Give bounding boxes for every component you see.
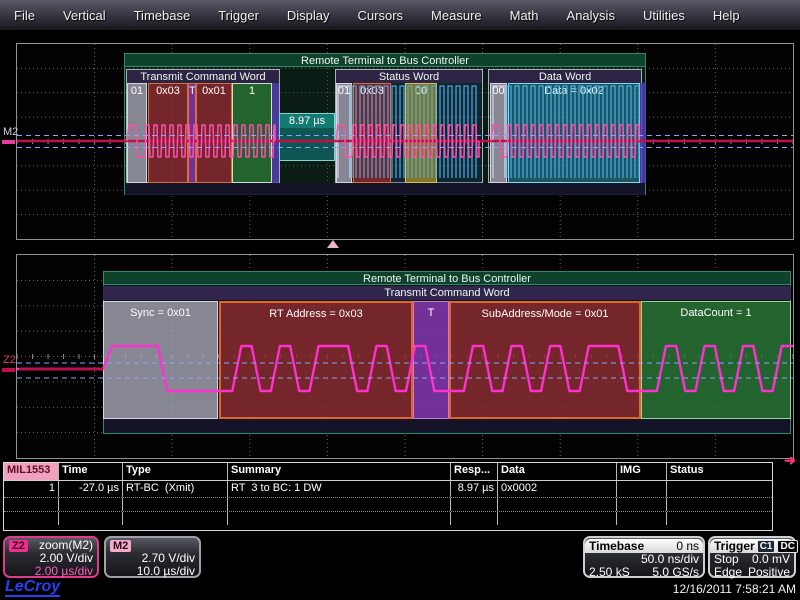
menu-item-file[interactable]: File	[0, 8, 49, 23]
trigger-coupling-badge: DC	[777, 540, 797, 553]
menu-item-utilities[interactable]: Utilities	[629, 8, 699, 23]
decode-table-row[interactable]: 1 -27.0 µs RT-BC (Xmit) RT 3 to BC: 1 DW…	[4, 481, 772, 498]
menu-item-help[interactable]: Help	[699, 8, 754, 23]
cell-time: -27.0 µs	[59, 481, 123, 497]
m2-tdiv: 10.0 µs/div	[137, 565, 195, 578]
trigger-title: Trigger	[714, 540, 755, 553]
timebase-rate: 5.0 GS/s	[652, 566, 699, 579]
cell-type: RT-BC (Xmit)	[123, 481, 228, 497]
menu-item-cursors[interactable]: Cursors	[344, 8, 418, 23]
trigger-source-badge: C1	[757, 540, 776, 553]
trigger-slope: Positive	[748, 566, 790, 579]
col-summary: Summary	[228, 463, 451, 480]
decode-table-empty-row	[4, 498, 772, 512]
cell-data: 0x0002	[498, 481, 617, 497]
cell-summary: RT 3 to BC: 1 DW	[228, 481, 451, 497]
menu-item-display[interactable]: Display	[273, 8, 344, 23]
cell-index: 1	[4, 481, 59, 497]
descriptor-m2[interactable]: M2 2.70 V/div 10.0 µs/div	[104, 536, 201, 578]
channel-tick-m2	[2, 140, 15, 144]
timebase-title: Timebase	[589, 540, 644, 553]
decode-table-empty-row	[4, 512, 772, 525]
trigger-position-marker[interactable]	[327, 240, 339, 248]
cell-img	[617, 481, 667, 497]
col-status: Status	[667, 463, 772, 480]
col-data: Data	[498, 463, 617, 480]
menu-item-analysis[interactable]: Analysis	[553, 8, 629, 23]
menu-item-vertical[interactable]: Vertical	[49, 8, 120, 23]
waveform-panel-m2[interactable]: Remote Terminal to Bus Controller Transm…	[16, 43, 794, 240]
decode-table[interactable]: MIL1553 Time Type Summary Resp... Data I…	[3, 462, 773, 531]
timebase-offset: 0 ns	[676, 540, 699, 553]
z2-tdiv: 2.00 µs/div	[35, 565, 93, 578]
descriptor-z2[interactable]: Z2 zoom(M2) 2.00 V/div 2.00 µs/div	[3, 536, 99, 578]
descriptor-timebase[interactable]: Timebase 0 ns 50.0 ns/div 2.50 kS 5.0 GS…	[583, 536, 705, 578]
col-time: Time	[59, 463, 123, 480]
cell-status	[667, 481, 772, 497]
channel-label-m2[interactable]: M2	[3, 126, 18, 138]
lecroy-logo: LeCroy	[5, 578, 60, 597]
timebase-samples: 2.50 kS	[589, 566, 630, 579]
descriptor-trigger[interactable]: Trigger C1 DC Stop 0.0 mV Edge Positive	[708, 536, 796, 578]
menu-item-math[interactable]: Math	[496, 8, 553, 23]
cell-resp: 8.97 µs	[451, 481, 498, 497]
datetime-display: 12/16/2011 7:58:21 AM	[673, 582, 796, 596]
table-scroll-arrow-icon[interactable]: ➜	[784, 452, 796, 469]
z2-chip: Z2	[9, 540, 28, 552]
channel-label-z2[interactable]: Z2	[3, 354, 16, 366]
waveform-m2	[17, 44, 793, 239]
waveform-z2	[17, 255, 793, 458]
menu-item-timebase[interactable]: Timebase	[120, 8, 205, 23]
col-img: IMG	[617, 463, 667, 480]
channel-tick-z2	[2, 368, 15, 372]
menu-bar: FileVerticalTimebaseTriggerDisplayCursor…	[0, 0, 800, 31]
m2-chip: M2	[110, 540, 131, 552]
decode-protocol-label[interactable]: MIL1553	[4, 463, 59, 480]
menu-item-trigger[interactable]: Trigger	[204, 8, 273, 23]
oscilloscope-screen: FileVerticalTimebaseTriggerDisplayCursor…	[0, 0, 800, 600]
decode-table-header: MIL1553 Time Type Summary Resp... Data I…	[4, 463, 772, 481]
col-type: Type	[123, 463, 228, 480]
menu-item-measure[interactable]: Measure	[417, 8, 496, 23]
waveform-panel-z2[interactable]: Remote Terminal to Bus Controller Transm…	[16, 254, 794, 459]
trigger-type: Edge	[714, 566, 742, 579]
col-resp: Resp...	[451, 463, 498, 480]
